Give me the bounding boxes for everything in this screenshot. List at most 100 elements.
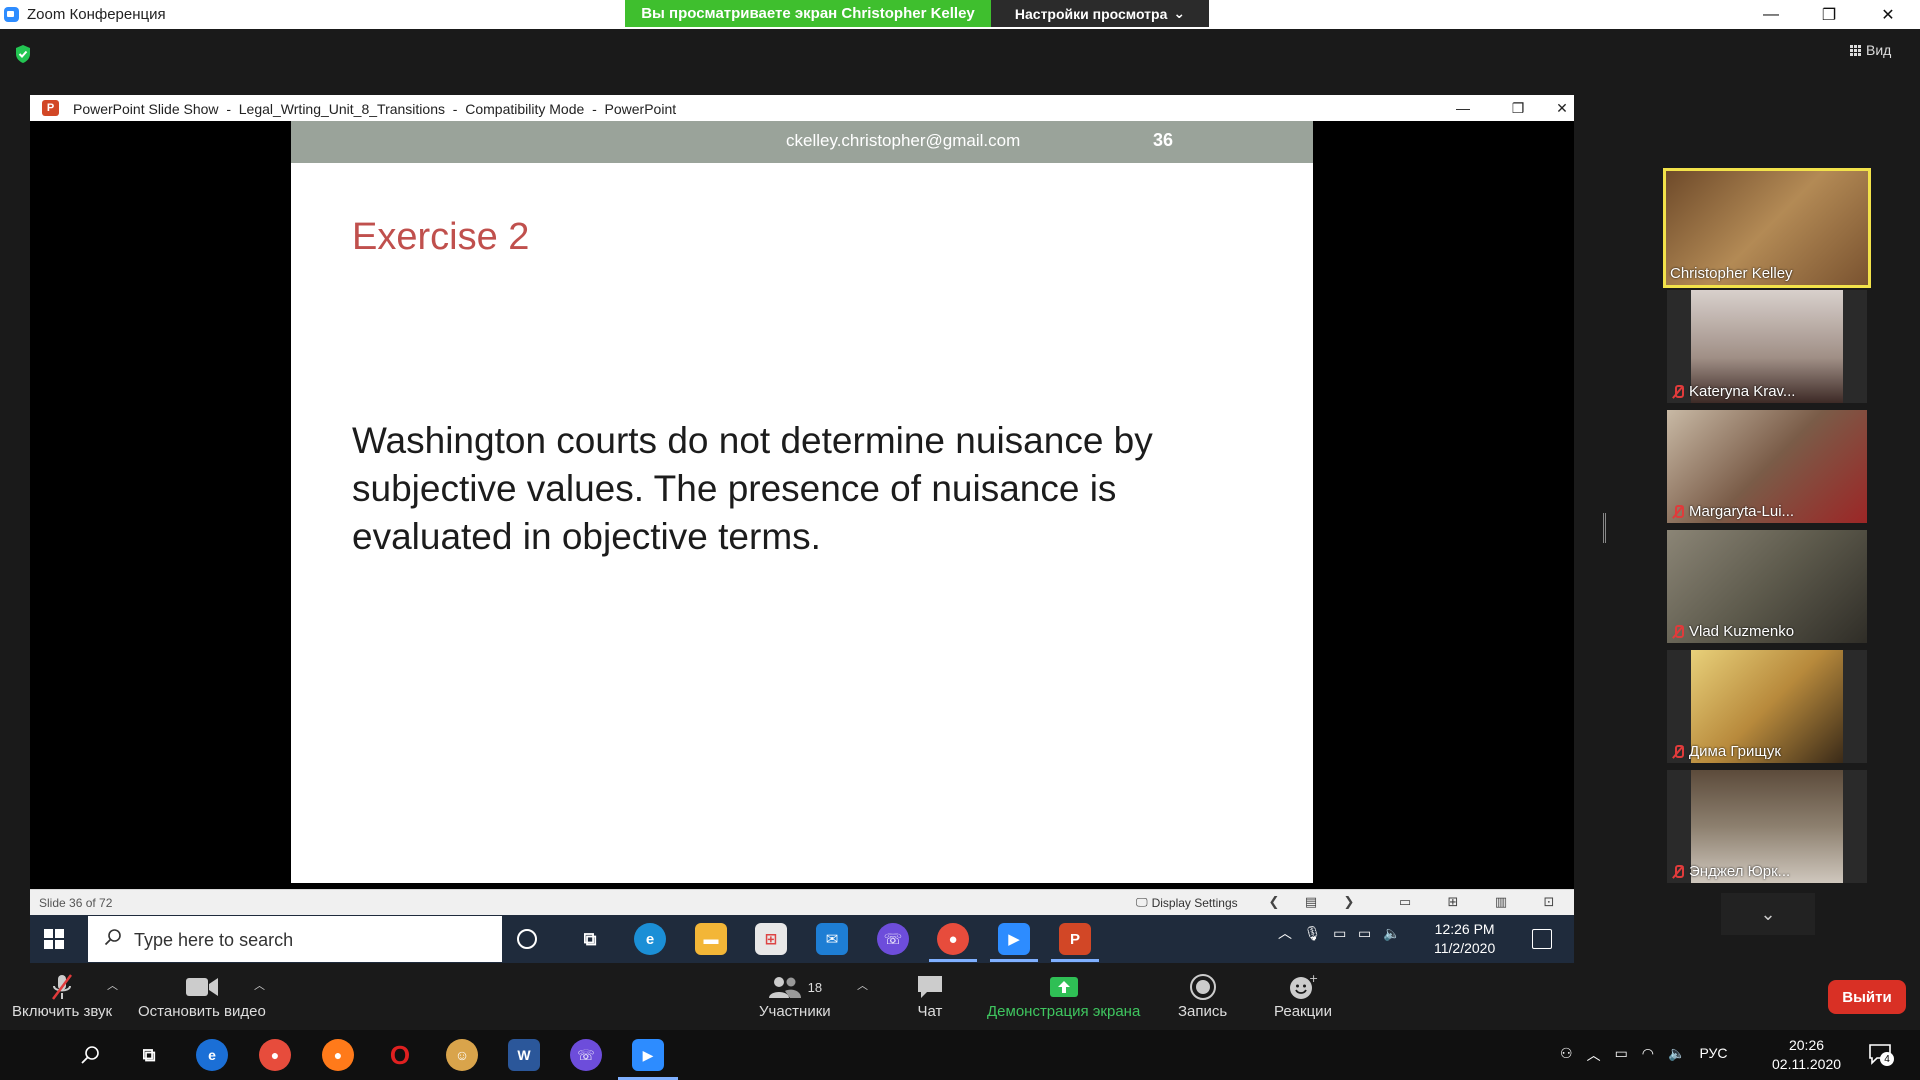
participant-tile[interactable]: Christopher Kelley [1663,168,1871,288]
stop-video-button[interactable]: Остановить видео [138,971,266,1020]
record-icon [1189,971,1217,1003]
search-placeholder: Type here to search [134,930,294,950]
network-icon[interactable]: ▭ [1358,925,1371,941]
search-icon [104,929,121,946]
participant-name-text: Дима Грищук [1689,743,1781,760]
unmute-button[interactable]: Включить звук [12,971,112,1020]
people-icon[interactable]: ⚇ [1560,1045,1573,1065]
ppt-title-sep: - [452,101,458,117]
chevron-up-icon[interactable]: ︿ [1278,925,1292,941]
next-slide-icon[interactable]: ❯ [1340,894,1358,910]
wifi-icon[interactable]: ◠ [1642,1045,1654,1065]
share-screen-button[interactable]: Демонстрация экрана [987,971,1140,1020]
slideshow-view-icon[interactable]: ⊡ [1540,894,1558,910]
display-settings-button[interactable]: 🖵 Display Settings [1136,895,1238,910]
inner-clock[interactable]: 12:26 PM 11/2/2020 [1434,920,1495,958]
word-icon[interactable]: W [508,1039,540,1071]
task-view-icon[interactable]: ⧉ [574,923,606,955]
zoom-window-title: Zoom Конференция [27,6,166,23]
video-camera-icon [185,971,219,1003]
ppt-maximize-button[interactable]: ❐ [1495,95,1541,121]
slide[interactable]: ckelley.christopher@gmail.com 36 Exercis… [291,121,1313,883]
inner-clock-time: 12:26 PM [1434,921,1495,937]
taskbar-search-box[interactable]: Type here to search [88,916,502,962]
microphone-icon[interactable]: 🎙 [1304,925,1322,941]
participants-button[interactable]: 18 Участники [759,971,831,1020]
user-app-icon[interactable]: ☺ [446,1039,478,1071]
reading-view-icon[interactable]: ▥ [1492,894,1510,910]
participant-tile[interactable]: Дима Грищук [1667,650,1867,763]
language-indicator[interactable]: РУС [1699,1045,1727,1065]
powerpoint-titlebar: P PowerPoint Slide Show - Legal_Wrting_U… [30,95,1574,121]
participants-label: Участники [759,1003,831,1020]
windows-start-icon[interactable] [44,929,64,949]
unmute-label: Включить звук [12,1003,113,1020]
participant-tile[interactable]: Kateryna Krav... [1667,290,1867,403]
maximize-button[interactable]: ❐ [1806,0,1852,29]
shield-check-icon[interactable] [14,44,32,64]
search-icon[interactable] [74,1039,106,1071]
chrome-icon[interactable]: ● [937,923,969,955]
zoom-icon[interactable]: ▶ [998,923,1030,955]
action-center-icon[interactable] [1532,929,1552,949]
task-view-icon[interactable]: ⧉ [133,1039,165,1071]
internet-explorer-icon[interactable]: e [196,1039,228,1071]
battery-icon[interactable]: ▭ [1615,1045,1628,1065]
participants-options-caret-icon[interactable]: ︿ [857,977,868,993]
view-button[interactable]: Вид [1850,42,1891,58]
participant-tile[interactable]: Vlad Kuzmenko [1667,530,1867,643]
normal-view-icon[interactable]: ▭ [1396,894,1414,910]
edge-icon[interactable]: e [634,923,666,955]
close-button[interactable]: ✕ [1865,0,1911,29]
view-settings-dropdown[interactable]: Настройки просмотра ⌄ [991,0,1209,27]
ppt-close-button[interactable]: ✕ [1550,95,1574,121]
leave-meeting-button[interactable]: Выйти [1828,980,1906,1014]
file-explorer-icon[interactable]: ▬ [695,923,727,955]
zoom-meeting-toolbar: Включить звук ︿ Остановить видео ︿ 18 Уч… [0,963,1920,1030]
ppt-minimize-button[interactable]: — [1440,95,1486,121]
previous-slide-icon[interactable]: ❮ [1265,894,1283,910]
chrome-icon[interactable]: ● [259,1039,291,1071]
chat-label: Чат [917,1003,943,1020]
volume-icon[interactable]: 🔈 [1383,925,1400,941]
firefox-icon[interactable]: ● [322,1039,354,1071]
slide-body-text: Washington courts do not determine nuisa… [352,420,1153,557]
participant-name-text: Kateryna Krav... [1689,383,1796,400]
store-icon[interactable]: ⊞ [755,923,787,955]
participant-tile[interactable]: Margaryta-Lui... [1667,410,1867,523]
minimize-button[interactable]: — [1748,0,1794,29]
muted-mic-icon [1671,384,1685,399]
record-button[interactable]: Запись [1178,971,1227,1020]
powerpoint-icon: P [42,100,59,116]
powerpoint-taskbar-icon[interactable]: P [1059,923,1091,955]
powerpoint-window-title: PowerPoint Slide Show - Legal_Wrting_Uni… [73,101,676,117]
viber-icon[interactable]: ☏ [877,923,909,955]
opera-icon[interactable]: O [384,1039,416,1071]
ppt-title-app: PowerPoint Slide Show [73,101,219,117]
zoom-taskbar-icon[interactable]: ▶ [632,1039,664,1071]
notifications-icon[interactable]: 4 [1868,1043,1894,1067]
windows-start-icon[interactable] [14,1045,34,1065]
viber-icon[interactable]: ☏ [570,1039,602,1071]
chevron-down-icon: ⌄ [1760,903,1776,924]
display-settings-label: Display Settings [1151,895,1238,910]
mail-icon[interactable]: ✉ [816,923,848,955]
battery-icon[interactable]: ▭ [1333,925,1346,941]
slide-menu-icon[interactable]: ▤ [1302,894,1320,910]
reactions-button[interactable]: + Реакции [1274,971,1332,1020]
system-clock[interactable]: 20:26 02.11.2020 [1772,1036,1841,1074]
video-options-caret-icon[interactable]: ︿ [254,977,265,993]
chevron-up-icon[interactable]: ︿ [1587,1045,1601,1065]
slide-sorter-icon[interactable]: ⊞ [1444,894,1462,910]
audio-options-caret-icon[interactable]: ︿ [107,977,118,993]
scroll-down-button[interactable]: ⌄ [1721,893,1815,935]
chat-button[interactable]: Чат [915,971,945,1020]
system-tray: ⚇ ︿ ▭ ◠ 🔈 РУС [1560,1045,1728,1065]
participant-name: Margaryta-Lui... [1671,503,1794,520]
participant-tile[interactable]: Энджел Юрк... [1667,770,1867,883]
powerpoint-statusbar: Slide 36 of 72 🖵 Display Settings ❮ ▤ ❯ … [30,889,1574,915]
cortana-icon[interactable] [517,929,537,949]
volume-icon[interactable]: 🔈 [1668,1045,1685,1065]
panel-resize-handle[interactable] [1603,513,1606,543]
reactions-label: Реакции [1274,1003,1332,1020]
